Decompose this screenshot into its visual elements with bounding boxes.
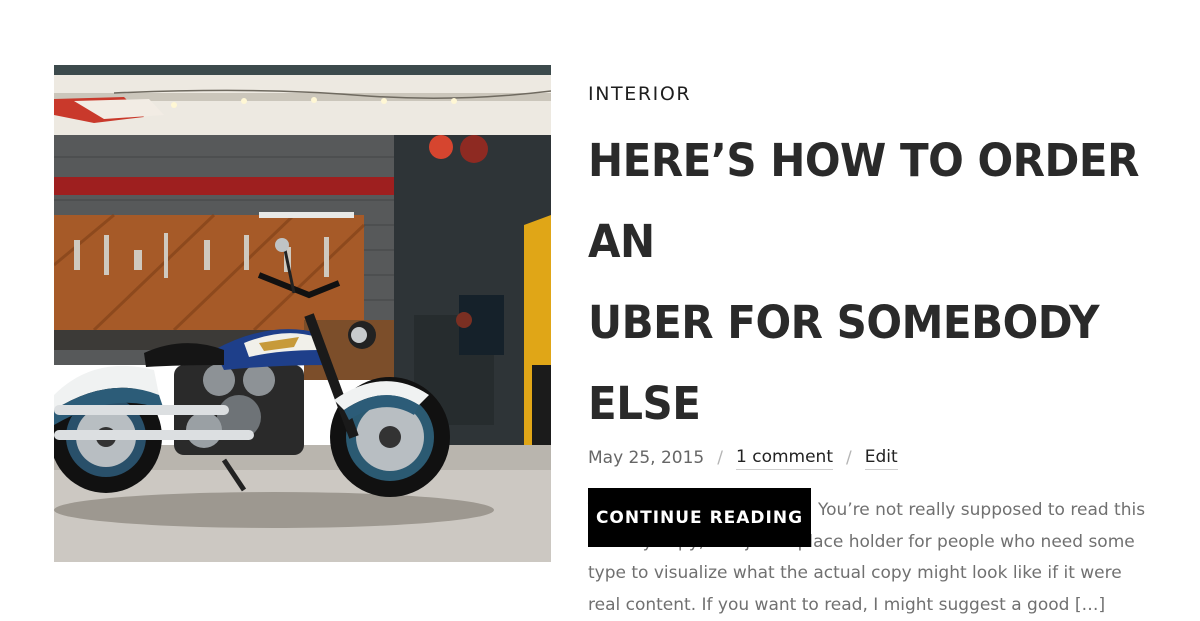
post-title[interactable]: HERE’S HOW TO ORDER AN UBER FOR SOMEBODY… <box>588 120 1148 444</box>
comments-link[interactable]: 1 comment <box>736 447 833 470</box>
post-title-line-2[interactable]: UBER FOR SOMEBODY ELSE <box>588 296 1100 430</box>
edit-link[interactable]: Edit <box>864 447 898 470</box>
post-featured-image[interactable] <box>54 65 551 562</box>
blog-post-card: INTERIOR HERE’S HOW TO ORDER AN UBER FOR… <box>0 0 1200 615</box>
post-meta: May 25, 2015 / 1 comment / Edit <box>588 443 1168 473</box>
meta-separator: / <box>846 448 852 468</box>
post-content: INTERIOR HERE’S HOW TO ORDER AN UBER FOR… <box>588 78 1168 621</box>
post-date: May 25, 2015 <box>588 448 705 468</box>
motorcycle-garage-illustration <box>54 65 551 562</box>
post-category-link[interactable]: INTERIOR <box>588 78 691 110</box>
post-title-line-1[interactable]: HERE’S HOW TO ORDER AN <box>588 134 1139 268</box>
continue-reading-button[interactable]: CONTINUE READING <box>588 488 811 547</box>
meta-separator: / <box>717 448 723 468</box>
